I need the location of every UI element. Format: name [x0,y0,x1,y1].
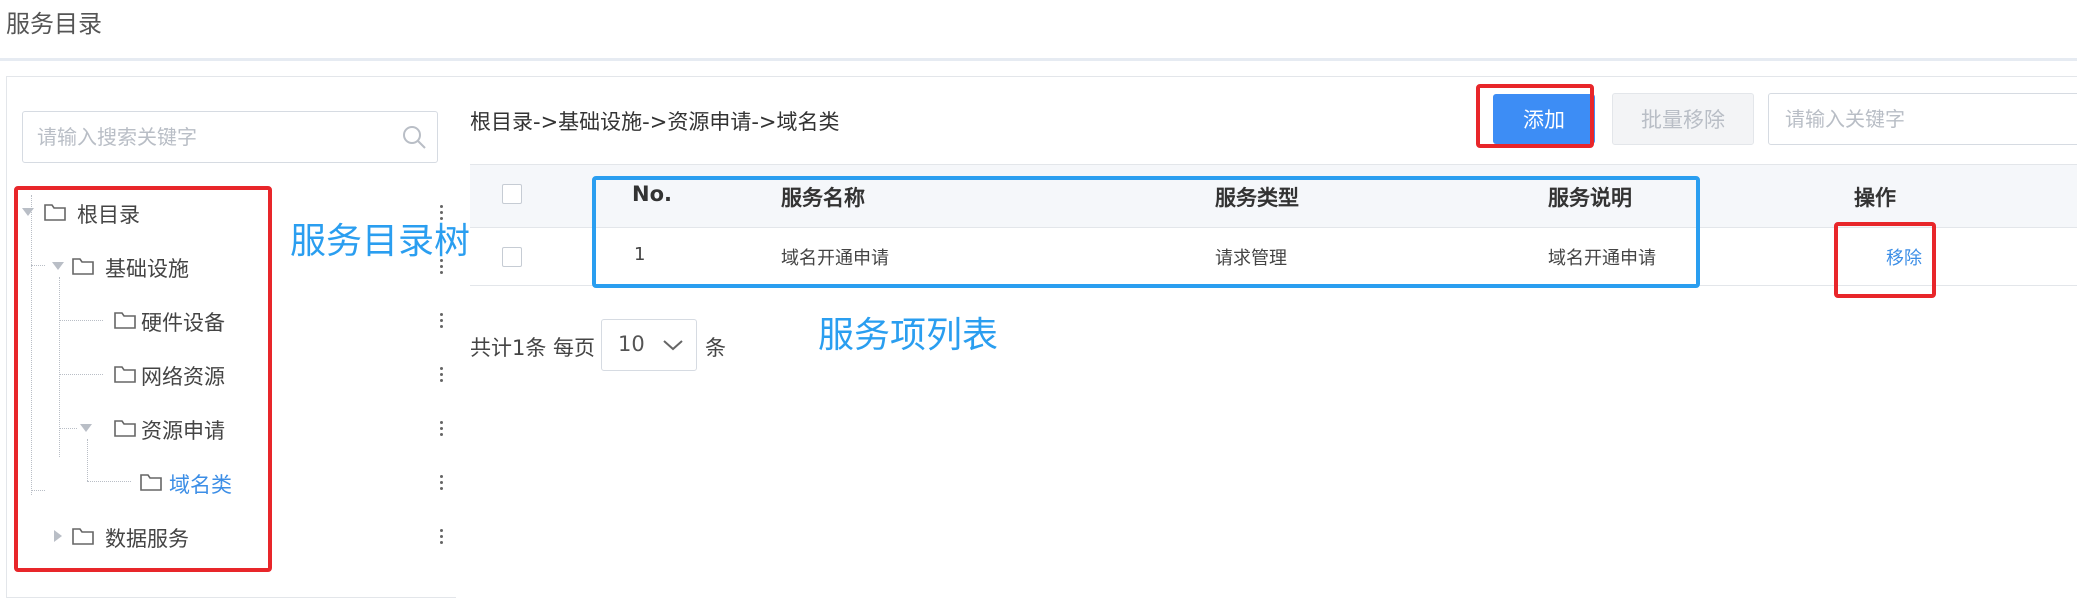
add-highlight-box [1476,84,1594,148]
list-highlight-box [592,176,1700,288]
row-checkbox[interactable] [502,247,522,267]
list-annotation-label: 服务项列表 [818,315,999,356]
header-divider [0,58,2077,61]
remove-highlight-box [1834,222,1936,298]
select-all-checkbox[interactable] [502,184,522,204]
tree-search-box [22,111,438,163]
more-vertical-icon[interactable] [437,364,445,386]
column-header-actions: 操作 [1854,186,1896,210]
chevron-down-icon [663,340,683,351]
more-vertical-icon[interactable] [437,472,445,494]
breadcrumb: 根目录->基础设施->资源申请->域名类 [470,110,840,134]
page-size-select[interactable]: 10 [601,319,697,371]
batch-remove-button[interactable]: 批量移除 [1612,93,1754,145]
tree-annotation-label: 服务目录树 [290,221,471,262]
service-list-panel [455,76,2077,597]
tree-highlight-box [14,186,272,572]
pagination-unit: 条 [705,336,726,360]
search-icon[interactable] [401,124,427,150]
page-title: 服务目录 [6,10,102,38]
pagination-total: 共计1条 每页 [470,336,596,360]
keyword-search-input[interactable] [1768,93,2077,145]
tree-search-input[interactable] [23,112,397,162]
more-vertical-icon[interactable] [437,310,445,332]
more-vertical-icon[interactable] [437,526,445,548]
more-vertical-icon[interactable] [437,418,445,440]
page-size-value: 10 [618,332,645,356]
